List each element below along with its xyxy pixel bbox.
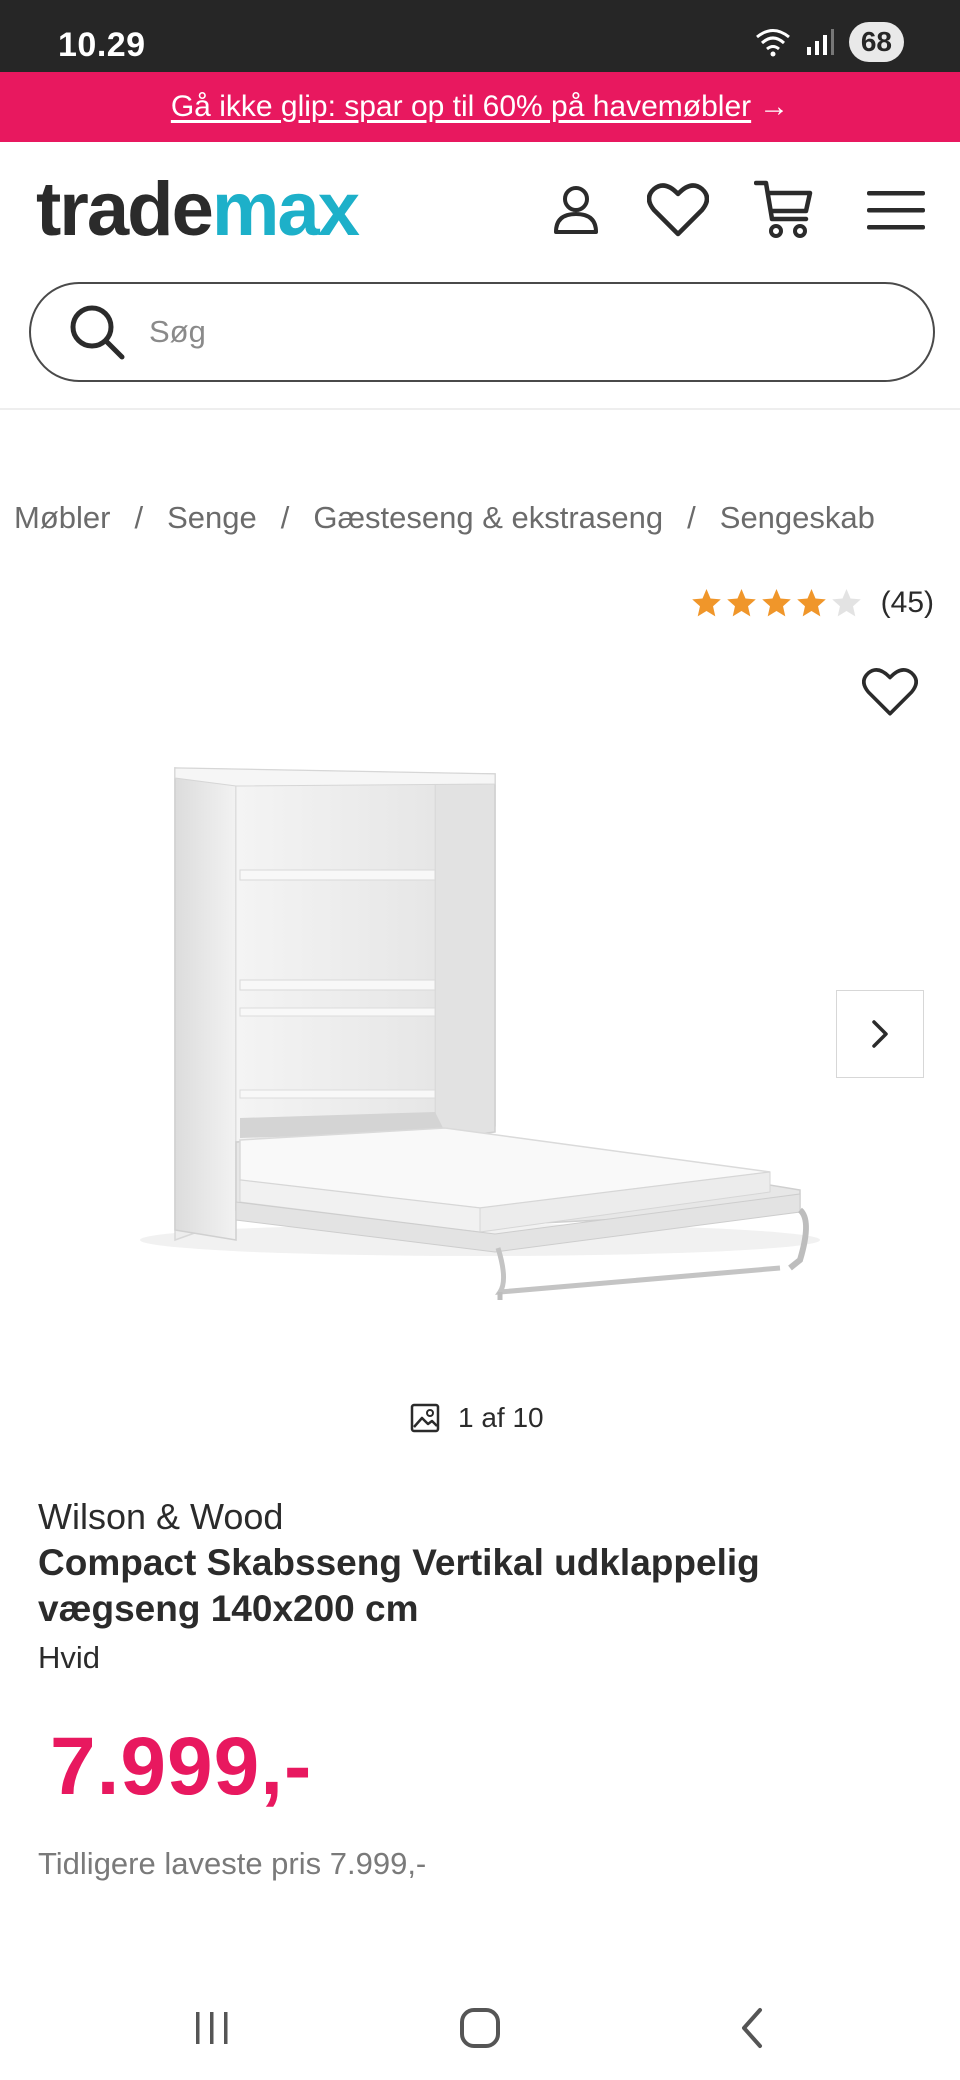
heart-icon	[647, 183, 709, 237]
product-image-wall-bed[interactable]	[100, 740, 820, 1310]
product-brand[interactable]: Wilson & Wood	[38, 1496, 283, 1538]
star-filled-icon	[761, 589, 791, 617]
cart-icon	[754, 180, 813, 238]
breadcrumb-item-senge[interactable]: Senge	[167, 500, 257, 536]
chevron-right-icon	[872, 1020, 888, 1048]
breadcrumb: Møbler / Senge / Gæsteseng & ekstraseng …	[14, 500, 875, 536]
promo-link[interactable]: Gå ikke glip: spar op til 60% på havemøb…	[171, 90, 751, 124]
logo-part-trade: trade	[36, 167, 214, 252]
home-icon	[460, 2008, 500, 2048]
star-filled-icon	[796, 589, 826, 617]
back-icon	[742, 2008, 762, 2048]
site-header: trademax	[0, 142, 960, 270]
star-filled-icon	[726, 589, 756, 617]
wishlist-header-button[interactable]	[646, 178, 710, 242]
arrow-right-icon: →	[759, 90, 790, 123]
status-time: 10.29	[58, 26, 146, 64]
product-title: Compact Skabsseng Vertikal udklappelig v…	[38, 1542, 760, 1629]
menu-button[interactable]	[864, 178, 928, 242]
product-variant: Hvid	[38, 1640, 101, 1675]
status-bar: 10.29 68	[0, 0, 960, 72]
breadcrumb-separator: /	[280, 500, 290, 535]
promo-banner: Gå ikke glip: spar op til 60% på havemøb…	[0, 72, 960, 142]
breadcrumb-separator: /	[687, 500, 696, 535]
star-filled-icon	[691, 589, 721, 617]
wifi-icon	[755, 29, 790, 57]
product-price: 7.999,-	[50, 1721, 313, 1812]
search-input[interactable]	[149, 314, 849, 350]
menu-icon	[867, 191, 925, 230]
logo[interactable]: trademax	[36, 172, 360, 248]
breadcrumb-item-mobler[interactable]: Møbler	[14, 500, 110, 536]
star-empty-icon	[831, 589, 861, 617]
breadcrumb-item-sengeskab[interactable]: Sengeskab	[720, 500, 875, 536]
logo-part-max: max	[211, 167, 360, 252]
cart-button[interactable]	[752, 178, 816, 242]
rating-stars	[690, 587, 863, 619]
home-button[interactable]	[450, 1998, 510, 2058]
account-icon	[554, 186, 598, 234]
battery-indicator: 68	[848, 22, 904, 62]
signal-icon	[806, 29, 834, 55]
search-bar[interactable]	[29, 282, 935, 382]
recent-apps-icon	[196, 2012, 228, 2044]
status-icons: 68	[755, 22, 904, 62]
image-counter-text: 1 af 10	[458, 1402, 544, 1433]
search-icon	[70, 305, 125, 360]
breadcrumb-item-gaesteseng[interactable]: Gæsteseng & ekstraseng	[313, 500, 663, 536]
review-count: (45)	[880, 586, 934, 619]
image-icon	[410, 1403, 440, 1433]
image-counter[interactable]: 1 af 10	[410, 1402, 544, 1434]
product-rating[interactable]: (45)	[690, 586, 934, 620]
add-to-wishlist-button[interactable]	[862, 666, 918, 722]
header-divider	[0, 408, 960, 410]
heart-outline-icon	[862, 668, 918, 716]
previous-lowest-price: Tidligere laveste pris 7.999,-	[38, 1846, 427, 1881]
system-nav-bar	[0, 1976, 960, 2080]
breadcrumb-separator: /	[134, 500, 144, 535]
recent-apps-button[interactable]	[182, 1998, 242, 2058]
next-image-button[interactable]	[836, 990, 924, 1078]
back-button[interactable]	[722, 1998, 782, 2058]
account-button[interactable]	[544, 178, 608, 242]
